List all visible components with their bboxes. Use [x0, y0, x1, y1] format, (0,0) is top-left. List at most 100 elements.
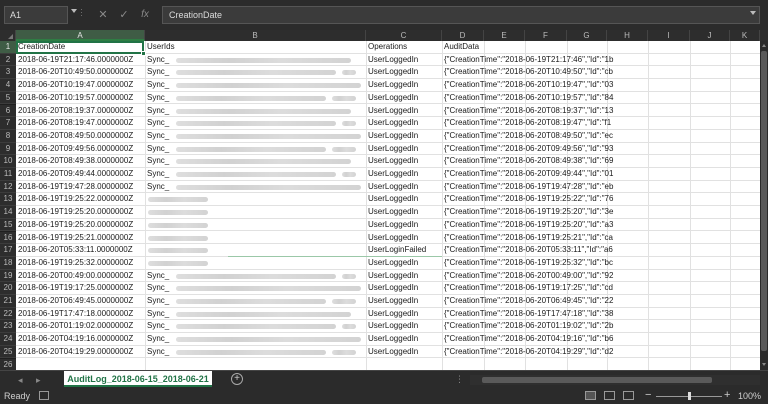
column-header-a[interactable]: A: [16, 30, 145, 41]
row-header[interactable]: 21: [0, 295, 16, 308]
header-cell[interactable]: AuditData: [442, 41, 742, 54]
enter-check-icon[interactable]: ✓: [117, 7, 131, 23]
row-header[interactable]: 4: [0, 79, 16, 92]
operations-cell[interactable]: UserLoggedIn: [366, 295, 441, 308]
audit-data-cell[interactable]: {"CreationTime":"2018-06-20T08:19:47","I…: [442, 117, 758, 130]
tab-splitter-icon[interactable]: ⋮: [455, 374, 464, 385]
creation-date-cell[interactable]: 2018-06-20T10:19:57.0000000Z: [16, 92, 144, 105]
audit-data-cell[interactable]: {"CreationTime":"2018-06-19T19:25:20","I…: [442, 206, 758, 219]
row-header[interactable]: 2: [0, 53, 16, 67]
row-header[interactable]: 10: [0, 155, 16, 168]
operations-cell[interactable]: UserLoggedIn: [366, 346, 441, 359]
operations-cell[interactable]: UserLoggedIn: [366, 92, 441, 105]
creation-date-cell[interactable]: 2018-06-20T08:19:47.0000000Z: [16, 117, 144, 130]
creation-date-cell[interactable]: 2018-06-19T19:25:22.0000000Z: [16, 193, 144, 206]
audit-data-cell[interactable]: {"CreationTime":"2018-06-19T21:17:46","I…: [442, 54, 758, 67]
sheet-cells[interactable]: CreationDate UserIds Operations AuditData 20…: [16, 41, 760, 370]
page-layout-icon[interactable]: [604, 391, 615, 400]
creation-date-cell[interactable]: 2018-06-19T19:25:20.0000000Z: [16, 219, 144, 232]
audit-data-cell[interactable]: {"CreationTime":"2018-06-20T00:49:00","I…: [442, 270, 758, 283]
audit-data-cell[interactable]: {"CreationTime":"2018-06-20T01:19:02","I…: [442, 320, 758, 333]
tab-prev-icon[interactable]: ◂: [18, 375, 23, 386]
user-ids-cell[interactable]: Sync_: [145, 79, 175, 92]
formula-input[interactable]: CreationDate: [162, 6, 760, 24]
creation-date-cell[interactable]: 2018-06-20T09:49:44.0000000Z: [16, 168, 144, 181]
scroll-down-icon[interactable]: [762, 363, 766, 366]
operations-cell[interactable]: UserLoggedIn: [366, 130, 441, 143]
name-box-dropdown-icon[interactable]: [71, 9, 77, 13]
creation-date-cell[interactable]: 2018-06-20T09:49:56.0000000Z: [16, 143, 144, 156]
user-ids-cell[interactable]: Sync_: [145, 130, 175, 143]
user-ids-cell[interactable]: Sync_: [145, 181, 175, 194]
column-header-e[interactable]: E: [484, 30, 525, 41]
horizontal-scrollbar[interactable]: [470, 375, 760, 385]
row-header[interactable]: 5: [0, 91, 16, 105]
operations-cell[interactable]: UserLoggedIn: [366, 270, 441, 283]
creation-date-cell[interactable]: 2018-06-20T04:19:29.0000000Z: [16, 346, 144, 359]
macro-record-icon[interactable]: [39, 391, 49, 400]
row-header[interactable]: 23: [0, 320, 16, 334]
audit-data-cell[interactable]: {"CreationTime":"2018-06-20T08:49:38","I…: [442, 155, 758, 168]
row-header[interactable]: 18: [0, 256, 16, 270]
user-ids-cell[interactable]: Sync_: [145, 117, 175, 130]
expand-formula-bar-icon[interactable]: [750, 11, 756, 15]
audit-data-cell[interactable]: {"CreationTime":"2018-06-19T19:25:21","I…: [442, 232, 758, 245]
row-header[interactable]: 9: [0, 142, 16, 156]
row-header[interactable]: 6: [0, 104, 16, 118]
audit-data-cell[interactable]: {"CreationTime":"2018-06-20T09:49:56","I…: [442, 143, 758, 156]
header-cell[interactable]: Operations: [366, 41, 441, 54]
operations-cell[interactable]: UserLoggedIn: [366, 181, 441, 194]
tab-next-icon[interactable]: ▸: [36, 375, 41, 386]
creation-date-cell[interactable]: 2018-06-20T08:49:50.0000000Z: [16, 130, 144, 143]
audit-data-cell[interactable]: {"CreationTime":"2018-06-19T19:25:22","I…: [442, 193, 758, 206]
row-header[interactable]: 22: [0, 307, 16, 321]
audit-data-cell[interactable]: {"CreationTime":"2018-06-20T10:19:57","I…: [442, 92, 758, 105]
zoom-out-icon[interactable]: −: [645, 389, 651, 401]
operations-cell[interactable]: UserLoggedIn: [366, 206, 441, 219]
operations-cell[interactable]: UserLoggedIn: [366, 79, 441, 92]
header-cell[interactable]: UserIds: [145, 41, 365, 54]
row-header[interactable]: 12: [0, 180, 16, 194]
creation-date-cell[interactable]: 2018-06-20T08:19:37.0000000Z: [16, 105, 144, 118]
row-header[interactable]: 11: [0, 168, 16, 181]
column-header-h[interactable]: H: [607, 30, 648, 41]
operations-cell[interactable]: UserLoggedIn: [366, 143, 441, 156]
vertical-scroll-thumb[interactable]: [761, 51, 767, 351]
user-ids-cell[interactable]: Sync_: [145, 282, 175, 295]
creation-date-cell[interactable]: 2018-06-20T10:49:50.0000000Z: [16, 66, 144, 79]
creation-date-cell[interactable]: 2018-06-20T10:19:47.0000000Z: [16, 79, 144, 92]
zoom-in-icon[interactable]: +: [724, 389, 730, 401]
row-header[interactable]: 19: [0, 269, 16, 283]
tab-auditlog[interactable]: AuditLog_2018-06-15_2018-06-21: [64, 371, 212, 387]
creation-date-cell[interactable]: 2018-06-19T21:17:46.0000000Z: [16, 54, 144, 67]
operations-cell[interactable]: UserLoggedIn: [366, 168, 441, 181]
zoom-level[interactable]: 100%: [738, 391, 761, 401]
creation-date-cell[interactable]: 2018-06-19T19:25:20.0000000Z: [16, 206, 144, 219]
row-header[interactable]: 16: [0, 231, 16, 245]
user-ids-cell[interactable]: Sync_: [145, 143, 175, 156]
row-header[interactable]: 25: [0, 345, 16, 359]
user-ids-cell[interactable]: Sync_: [145, 155, 175, 168]
row-header[interactable]: 14: [0, 206, 16, 219]
row-header[interactable]: 13: [0, 193, 16, 207]
operations-cell[interactable]: UserLoggedIn: [366, 54, 441, 67]
user-ids-cell[interactable]: Sync_: [145, 295, 175, 308]
user-ids-cell[interactable]: Sync_: [145, 308, 175, 321]
fill-handle[interactable]: [141, 51, 146, 56]
audit-data-cell[interactable]: {"CreationTime":"2018-06-20T10:49:50","I…: [442, 66, 758, 79]
row-header[interactable]: 20: [0, 282, 16, 295]
audit-data-cell[interactable]: {"CreationTime":"2018-06-19T19:25:20","I…: [442, 219, 758, 232]
name-box[interactable]: A1: [4, 6, 68, 24]
page-break-icon[interactable]: [623, 391, 634, 400]
creation-date-cell[interactable]: 2018-06-19T19:47:28.0000000Z: [16, 181, 144, 194]
column-header-g[interactable]: G: [567, 30, 607, 41]
normal-view-icon[interactable]: [585, 391, 596, 400]
column-header-i[interactable]: I: [648, 30, 690, 41]
column-header-f[interactable]: F: [525, 30, 567, 41]
select-all-button[interactable]: [0, 30, 16, 41]
audit-data-cell[interactable]: {"CreationTime":"2018-06-19T19:47:28","I…: [442, 181, 758, 194]
user-ids-cell[interactable]: Sync_: [145, 333, 175, 346]
operations-cell[interactable]: UserLoggedIn: [366, 105, 441, 118]
add-sheet-button[interactable]: +: [231, 373, 243, 385]
horizontal-scroll-thumb[interactable]: [482, 377, 712, 383]
